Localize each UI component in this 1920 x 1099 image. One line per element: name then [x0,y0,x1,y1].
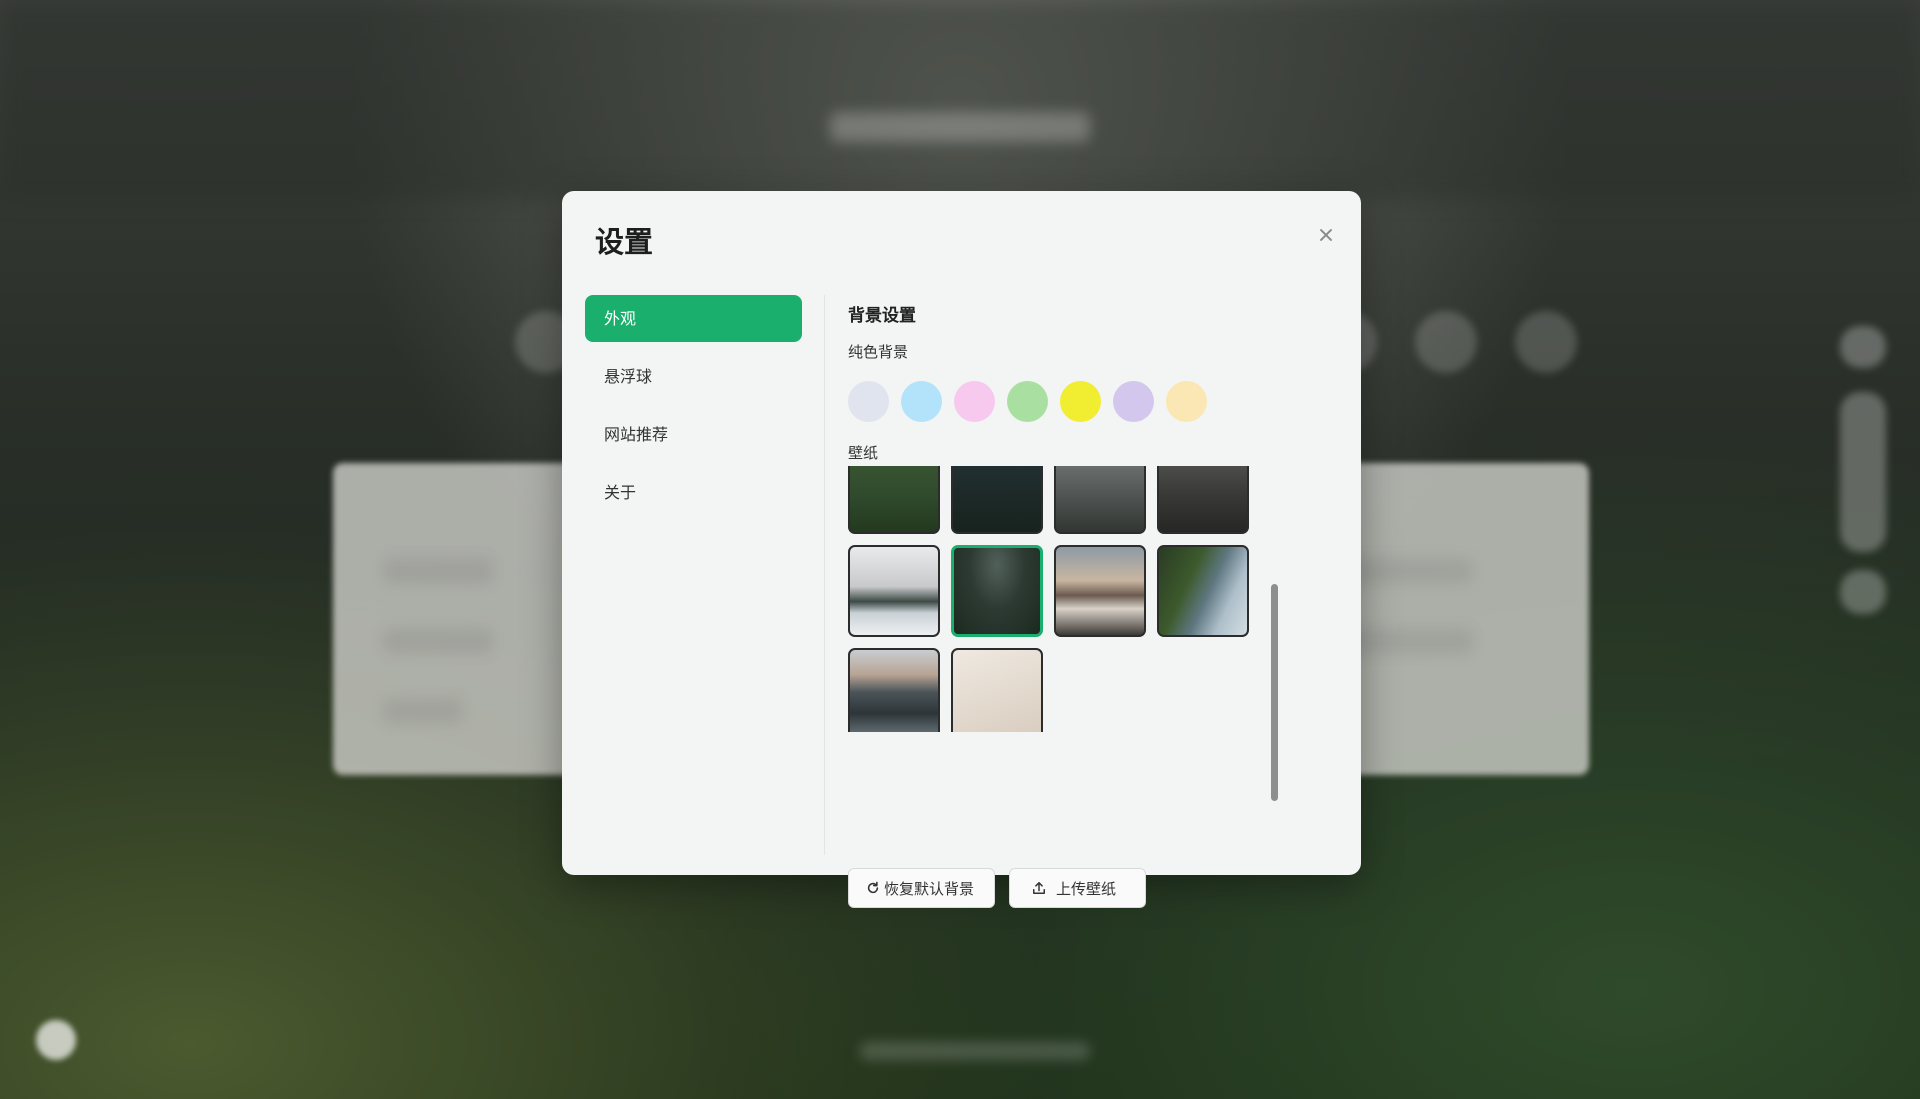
nav-item-floating-ball[interactable]: 悬浮球 [585,353,802,400]
color-swatch[interactable] [1060,381,1101,422]
background-footer [860,1042,1090,1060]
dialog-title: 设置 [595,225,654,259]
wallpaper-scroll-area [848,466,1270,732]
wallpaper-thumb-snowy-forest-fog[interactable] [848,545,940,637]
wallpaper-thumb-foggy-forest[interactable] [1054,466,1146,534]
color-swatch[interactable] [901,381,942,422]
wallpaper-thumb-coastal-cliffs[interactable] [1157,545,1249,637]
background-logo [830,112,1090,142]
reset-background-label: 恢复默认背景 [884,879,975,898]
wallpaper-thumb-volcano-clouds[interactable] [1054,545,1146,637]
wallpaper-scrollbar[interactable] [1271,584,1278,801]
upload-wallpaper-label: 上传壁纸 [1056,879,1117,898]
settings-dialog: 设置 外观 悬浮球 网站推荐 关于 背景设置 纯色背景 壁纸 恢复默认背景 上传… [562,191,1361,908]
wallpaper-grid [848,466,1249,732]
color-swatch[interactable] [848,381,889,422]
wallpaper-actions: 恢复默认背景 上传壁纸 [848,868,1146,908]
wallpaper-thumb-pine-forest[interactable] [951,545,1043,637]
upload-wallpaper-button[interactable]: 上传壁纸 [1009,868,1146,908]
wallpaper-thumb-beige-abstract[interactable] [951,648,1043,732]
nav-item-about[interactable]: 关于 [585,469,802,516]
section-title: 背景设置 [848,306,916,326]
background-sidebar-button [1840,326,1886,368]
color-swatch[interactable] [1166,381,1207,422]
color-swatch[interactable] [954,381,995,422]
color-swatch[interactable] [1007,381,1048,422]
reset-background-button[interactable]: 恢复默认背景 [848,868,995,908]
upload-icon [1032,881,1046,895]
nav-item-site-recommend[interactable]: 网站推荐 [585,411,802,458]
wallpaper-label: 壁纸 [848,444,879,462]
color-swatch[interactable] [1113,381,1154,422]
wallpaper-thumb-dark-forest[interactable] [951,466,1043,534]
solid-background-label: 纯色背景 [848,343,909,361]
background-sidebar [1840,392,1886,552]
background-sidebar-button [1840,570,1886,614]
settings-nav: 外观 悬浮球 网站推荐 关于 [585,295,802,527]
background-floating-ball [36,1020,76,1060]
nav-item-appearance[interactable]: 外观 [585,295,802,342]
color-swatches [848,381,1207,422]
nav-divider [824,295,825,855]
wallpaper-thumb-misty-trees[interactable] [1157,466,1249,534]
wallpaper-thumb-rocky-mountains[interactable] [848,648,940,732]
wallpaper-thumb-green-field[interactable] [848,466,940,534]
close-icon[interactable] [1315,225,1337,247]
refresh-icon [866,881,880,895]
